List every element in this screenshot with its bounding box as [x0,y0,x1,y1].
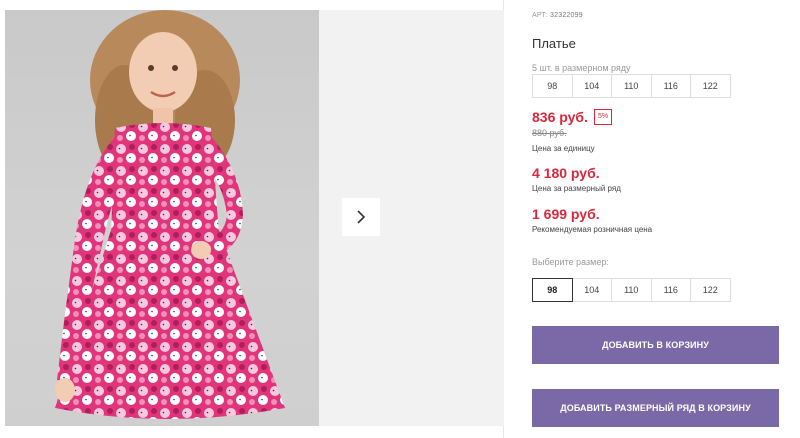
pack-size-122: 122 [690,74,731,98]
retail-price-caption: Рекомендуемая розничная цена [532,225,653,234]
article-number: АРТ: 32322099 [532,12,583,19]
size-option-104[interactable]: 104 [571,278,612,302]
product-title: Платье [532,36,576,51]
gallery-next-button[interactable] [342,198,380,236]
discount-badge: 5% [593,109,613,125]
size-option-122[interactable]: 122 [690,278,731,302]
pack-note: 5 шт. в размерном ряду [532,63,631,73]
pack-size-110: 110 [611,74,652,98]
product-gallery [0,0,504,438]
article-label: АРТ: [532,12,549,19]
unit-price: 836 руб. [532,109,588,125]
pack-sizes-row: 98 104 110 116 122 [532,74,731,98]
pack-price-caption: Цена за размерный ряд [532,184,621,193]
product-main-photo[interactable] [5,10,319,426]
size-selector: 98 104 110 116 122 [532,278,731,302]
pack-size-98: 98 [532,74,573,98]
article-value: 32322099 [550,12,583,19]
dress-illustration [55,10,285,419]
add-pack-to-cart-button[interactable]: ДОБАВИТЬ РАЗМЕРНЫЙ РЯД В КОРЗИНУ [532,389,779,427]
retail-price: 1 699 руб. [532,206,600,222]
size-option-110[interactable]: 110 [611,278,652,302]
unit-price-row: 836 руб. 5% [532,109,613,125]
choose-size-label: Выберите размер: [532,257,609,267]
old-price: 880 руб. [532,128,567,138]
unit-price-caption: Цена за единицу [532,144,595,153]
pack-price: 4 180 руб. [532,165,600,181]
pack-size-104: 104 [571,74,612,98]
size-option-98[interactable]: 98 [532,278,573,302]
add-to-cart-button[interactable]: ДОБАВИТЬ В КОРЗИНУ [532,326,779,364]
size-option-116[interactable]: 116 [650,278,691,302]
chevron-right-icon [357,210,366,224]
pack-size-116: 116 [650,74,691,98]
